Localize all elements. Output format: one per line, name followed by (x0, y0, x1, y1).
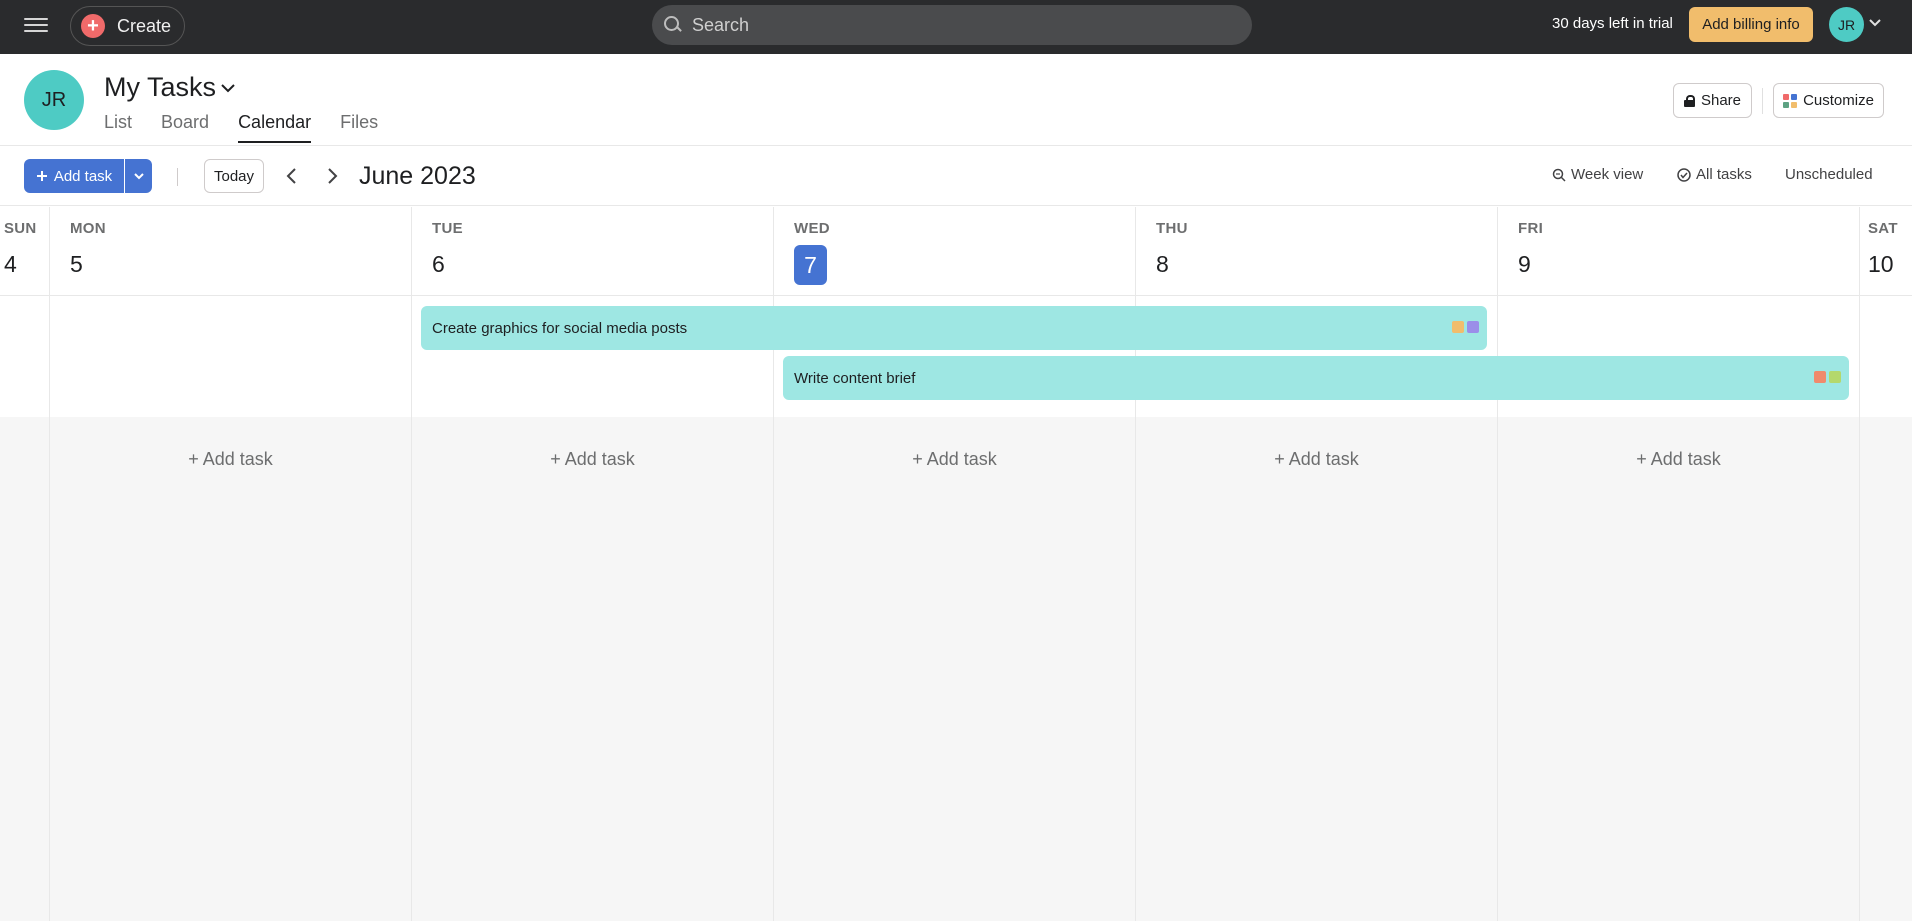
day-body[interactable]: + Add task (50, 417, 411, 921)
day-number: 8 (1156, 251, 1169, 277)
task-bar[interactable]: Write content brief (783, 356, 1849, 400)
avatar[interactable]: JR (1829, 7, 1864, 42)
day-body[interactable]: + Add task (774, 417, 1135, 921)
day-header: TUE 6 (412, 207, 773, 296)
day-body[interactable]: + Add task (1136, 417, 1497, 921)
menu-icon[interactable] (24, 14, 48, 36)
day-column-fri: FRI 9 + Add task (1497, 207, 1859, 921)
zoom-icon (1552, 168, 1566, 182)
search-icon (662, 15, 682, 35)
all-tasks-label: All tasks (1696, 166, 1752, 183)
chevron-down-icon[interactable] (1868, 16, 1882, 30)
create-button[interactable]: + Create (70, 6, 185, 46)
add-task-cell[interactable]: + Add task (50, 449, 411, 470)
day-header: MON 5 (50, 207, 411, 296)
customize-button[interactable]: Customize (1773, 83, 1884, 118)
add-task-dropdown[interactable] (125, 159, 152, 193)
day-number: 10 (1868, 251, 1894, 277)
day-column-sun: SUN 4 (0, 207, 49, 921)
task-title: Write content brief (794, 369, 916, 387)
divider (1762, 88, 1763, 114)
tag-swatch (1452, 321, 1464, 333)
tag-swatch (1829, 371, 1841, 383)
day-of-week: FRI (1518, 220, 1544, 237)
multi-day-zone (50, 296, 411, 417)
create-label: Create (117, 15, 172, 36)
month-label: June 2023 (359, 162, 476, 190)
share-label: Share (1700, 92, 1742, 109)
calendar-grid: SUN 4 MON 5 + Add task TUE 6 + Add task … (0, 207, 1912, 921)
add-task-label: Add task (53, 167, 113, 185)
unscheduled-button[interactable]: Unscheduled (1785, 166, 1873, 183)
share-button[interactable]: Share (1673, 83, 1752, 118)
day-body[interactable]: + Add task (1498, 417, 1859, 921)
add-task-button[interactable]: Add task (24, 159, 124, 193)
tag-swatch (1814, 371, 1826, 383)
add-task-cell[interactable]: + Add task (412, 449, 773, 470)
add-task-cell[interactable]: + Add task (774, 449, 1135, 470)
day-body[interactable] (0, 417, 49, 921)
plus-icon: + (81, 14, 105, 38)
add-task-cell[interactable]: + Add task (1136, 449, 1497, 470)
tab-files[interactable]: Files (340, 112, 378, 143)
day-column-sat: SAT 10 (1859, 207, 1912, 921)
day-number: 5 (70, 251, 83, 277)
lock-icon (1683, 94, 1695, 107)
multi-day-zone (1860, 296, 1912, 417)
unscheduled-label: Unscheduled (1785, 166, 1873, 183)
multi-day-zone (0, 296, 49, 417)
search-placeholder: Search (692, 14, 750, 35)
day-number: 9 (1518, 251, 1531, 277)
chevron-down-icon[interactable] (218, 78, 238, 98)
day-body[interactable]: + Add task (412, 417, 773, 921)
tab-calendar[interactable]: Calendar (238, 112, 312, 143)
week-view-button[interactable]: Week view (1552, 166, 1643, 183)
add-billing-button[interactable]: Add billing info (1689, 7, 1813, 42)
day-of-week: SUN (4, 220, 37, 237)
day-of-week: SAT (1868, 220, 1898, 237)
project-avatar: JR (24, 70, 84, 130)
top-bar: + Create Search 30 days left in trial Ad… (0, 0, 1912, 54)
day-of-week: TUE (432, 220, 463, 237)
today-button[interactable]: Today (204, 159, 264, 193)
all-tasks-button[interactable]: All tasks (1677, 166, 1752, 183)
day-number: 6 (432, 251, 445, 277)
tag-swatch (1467, 321, 1479, 333)
day-header: SAT 10 (1860, 207, 1912, 296)
project-header: JR My Tasks List Board Calendar Files Sh… (0, 54, 1912, 146)
customize-icon (1783, 93, 1798, 108)
day-of-week: MON (70, 220, 106, 237)
day-header: FRI 9 (1498, 207, 1859, 296)
search-input[interactable]: Search (652, 5, 1252, 45)
task-bar[interactable]: Create graphics for social media posts (421, 306, 1487, 350)
tab-list[interactable]: List (104, 112, 132, 143)
calendar-toolbar: Add task Today June 2023 Week view All t… (0, 146, 1912, 206)
day-column-mon: MON 5 + Add task (49, 207, 411, 921)
add-task-cell[interactable]: + Add task (1498, 449, 1859, 470)
day-header: WED 7 (774, 207, 1135, 296)
day-header: THU 8 (1136, 207, 1497, 296)
view-tabs: List Board Calendar Files (104, 112, 407, 143)
day-header: SUN 4 (0, 207, 49, 296)
day-of-week: THU (1156, 220, 1188, 237)
day-number-today: 7 (794, 245, 827, 285)
week-view-label: Week view (1571, 166, 1644, 183)
day-body[interactable] (1860, 417, 1912, 921)
trial-status: 30 days left in trial (1552, 15, 1673, 32)
plus-icon (36, 171, 47, 181)
customize-label: Customize (1803, 92, 1874, 109)
tab-board[interactable]: Board (161, 112, 209, 143)
chevron-left-icon[interactable] (282, 166, 302, 186)
chevron-right-icon[interactable] (322, 166, 342, 186)
page-title: My Tasks (104, 72, 217, 102)
day-of-week: WED (794, 220, 830, 237)
chevron-down-icon (133, 173, 144, 180)
day-number: 4 (4, 251, 17, 277)
divider (177, 168, 178, 186)
check-circle-icon (1677, 167, 1691, 182)
task-title: Create graphics for social media posts (432, 319, 688, 337)
